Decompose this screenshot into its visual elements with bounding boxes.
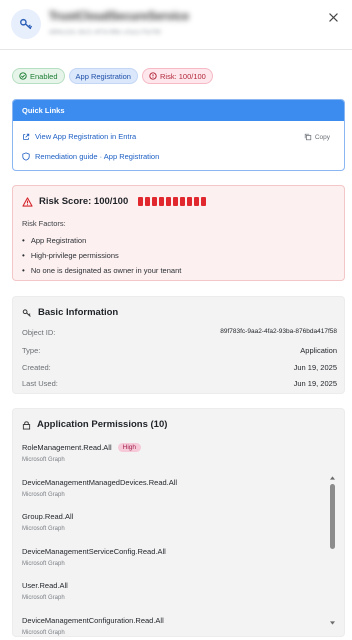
risk-meter-segment: [173, 197, 179, 206]
key-icon: [22, 308, 31, 317]
row-key: Created:: [22, 363, 51, 372]
permission-item: DeviceManagementServiceConfig.Read.All M…: [22, 547, 322, 582]
title-prefix: TrustCloudSecureService: [49, 11, 189, 23]
risk-meter-segment: [180, 197, 186, 206]
status-badge-enabled: Enabled: [12, 68, 65, 84]
badge-label: Enabled: [30, 71, 58, 81]
object-subtitle: d9f4c2d1-3b21-4f7d-9f8c-c0a1c7fa795: [49, 29, 162, 36]
section-title: Basic Information: [38, 307, 119, 318]
risk-meter-segment: [166, 197, 172, 206]
basic-information-card: Basic Information Object ID: 89f783fc-9a…: [12, 296, 345, 394]
copy-button[interactable]: Copy: [304, 133, 330, 141]
risk-meter-segment: [145, 197, 151, 206]
risk-meter-segment: [159, 197, 165, 206]
panel-header: TrustCloudSecureService d9f4c2d1-3b21-4f…: [0, 0, 352, 50]
risk-score-title: Risk Score: 100/100: [39, 196, 129, 207]
risk-badge: Risk: 100/100: [141, 68, 213, 84]
badge-label: App Registration: [75, 71, 131, 81]
permission-item: DeviceManagementConfiguration.Read.All M…: [22, 615, 322, 637]
badge-label: Risk: 100/100: [159, 71, 206, 81]
view-in-entra-link[interactable]: View App Registration in Entra: [22, 132, 136, 141]
permission-name: Group.Read.All: [22, 512, 74, 521]
row-value: Jun 19, 2025: [293, 363, 337, 372]
row-value: 89f783fc-9aa2-4fa2-93ba-876bda417f58: [220, 328, 337, 335]
close-icon: [328, 12, 338, 22]
external-link-icon: [23, 133, 30, 140]
high-severity-badge: High: [117, 443, 142, 452]
permission-name: DeviceManagementConfiguration.Read.All: [22, 615, 164, 625]
risk-meter-segment: [138, 197, 144, 206]
permission-item: Group.Read.All Microsoft Graph: [22, 512, 322, 547]
risk-factors-list: App Registration High-privilege permissi…: [22, 233, 182, 278]
row-key: Object ID:: [22, 328, 56, 337]
copy-label: Copy: [314, 133, 330, 141]
lock-icon: [22, 420, 31, 429]
permission-source: Microsoft Graph: [22, 560, 65, 567]
risk-score-meter: [138, 197, 207, 206]
risk-factor-item: No one is designated as owner in your te…: [22, 263, 182, 278]
scroll-up-arrow-icon[interactable]: [330, 475, 335, 480]
permission-name-row: RoleManagement.Read.All High: [22, 443, 142, 452]
permissions-scrollbar[interactable]: [330, 475, 335, 625]
permission-item: DeviceManagementManagedDevices.Read.All …: [22, 478, 322, 513]
scroll-down-arrow-icon[interactable]: [330, 620, 335, 625]
warning-triangle-icon: [22, 196, 33, 207]
risk-meter-segment: [201, 197, 207, 206]
permissions-list[interactable]: RoleManagement.Read.All High Microsoft G…: [22, 443, 322, 637]
link-label: View App Registration in Entra: [35, 132, 137, 141]
row-key: Type:: [22, 346, 41, 355]
shield-alert-icon: [149, 72, 157, 80]
page-title: TrustCloudSecureService: [49, 11, 189, 23]
permissions-heading: Application Permissions (10): [22, 419, 167, 430]
quick-links-card: Quick Links View App Registration in Ent…: [12, 99, 345, 171]
check-circle-icon: [19, 72, 27, 80]
row-value: Application: [300, 346, 337, 355]
permission-name: DeviceManagementManagedDevices.Read.All: [22, 477, 178, 487]
risk-meter-segment: [152, 197, 158, 206]
link-label: Remediation guide · App Registration: [35, 152, 160, 161]
permission-source: Microsoft Graph: [22, 595, 65, 601]
permission-name: DeviceManagementServiceConfig.Read.All: [22, 546, 166, 556]
status-badges: Enabled App Registration Risk: 100/100: [12, 68, 213, 84]
basic-information-heading: Basic Information: [22, 307, 118, 318]
permission-name: RoleManagement.Read.All: [22, 443, 112, 452]
risk-factor-item: App Registration: [22, 233, 181, 248]
risk-factor-item: High-privilege permissions: [22, 248, 181, 263]
key-icon: [11, 9, 41, 39]
permission-source: Microsoft Graph: [22, 526, 65, 532]
section-title: Application Permissions (10): [37, 419, 168, 430]
last-used-row: Last Used: Jun 19, 2025: [22, 379, 337, 388]
close-button[interactable]: [326, 10, 340, 24]
object-id-row: Object ID: 89f783fc-9aa2-4fa2-93ba-876bd…: [22, 328, 337, 337]
risk-score-heading: Risk Score: 100/100: [22, 196, 207, 207]
permission-source: Microsoft Graph: [22, 629, 65, 636]
remediation-guide-link[interactable]: Remediation guide · App Registration: [22, 152, 159, 161]
permission-name: User.Read.All: [22, 581, 68, 590]
scrollbar-thumb[interactable]: [330, 484, 335, 549]
risk-factors-label: Risk Factors:: [22, 219, 66, 228]
risk-score-card: Risk Score: 100/100 Risk Factors: App Re…: [12, 185, 345, 281]
permission-source: Microsoft Graph: [22, 457, 65, 463]
created-row: Created: Jun 19, 2025: [22, 363, 337, 372]
risk-meter-segment: [187, 197, 193, 206]
copy-icon: [304, 133, 311, 141]
permission-item: User.Read.All Microsoft Graph: [22, 581, 322, 616]
type-row: Type: Application: [22, 346, 337, 355]
row-key: Last Used:: [22, 379, 58, 388]
type-badge: App Registration: [68, 68, 138, 84]
permission-item: RoleManagement.Read.All High Microsoft G…: [22, 443, 322, 478]
risk-meter-segment: [194, 197, 200, 206]
shield-icon: [22, 152, 30, 161]
row-value: Jun 19, 2025: [293, 379, 337, 388]
application-permissions-card: Application Permissions (10) RoleManagem…: [12, 408, 345, 637]
quick-links-title: Quick Links: [13, 100, 344, 121]
permission-source: Microsoft Graph: [22, 491, 65, 498]
